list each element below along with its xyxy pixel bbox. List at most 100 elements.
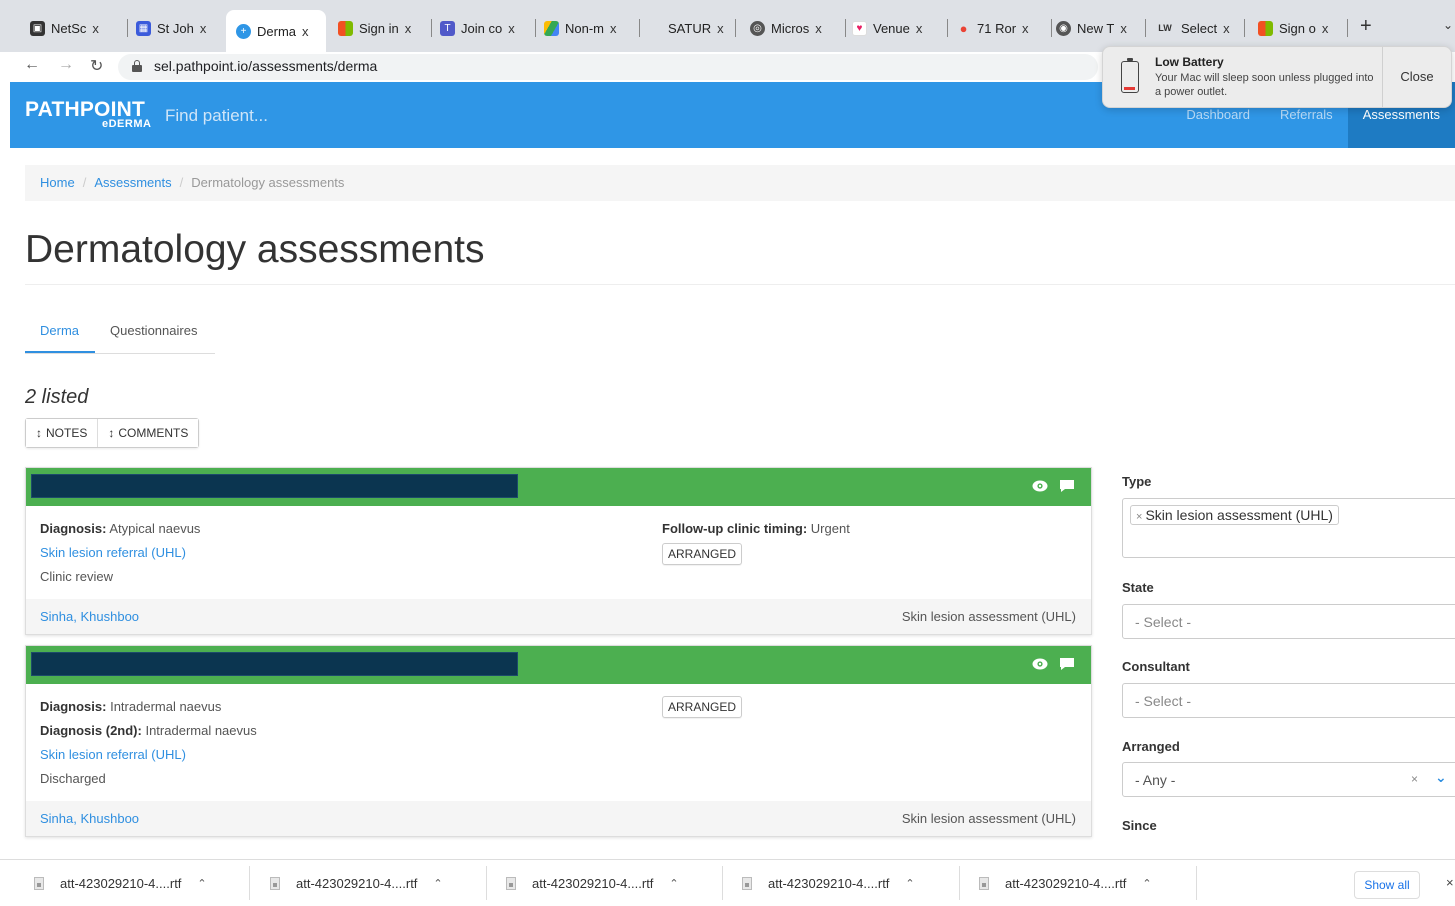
notification-close-button[interactable]: Close: [1383, 47, 1451, 107]
heart-icon: ♥: [852, 20, 867, 36]
filter-type-label: Type: [1122, 474, 1152, 489]
chevron-up-icon[interactable]: ⌃: [669, 877, 678, 890]
browser-tab[interactable]: Sign o x: [1258, 15, 1348, 41]
browser-tab[interactable]: ▣ NetSc x: [30, 15, 128, 41]
browser-tab[interactable]: LW Select x: [1155, 15, 1245, 41]
download-item[interactable]: att-423029210-4....rtf ⌃: [742, 860, 915, 906]
close-icon[interactable]: x: [916, 21, 923, 36]
notification-body: Your Mac will sleep soon unless plugged …: [1155, 72, 1374, 98]
assessment-type: Skin lesion assessment (UHL): [901, 811, 1076, 826]
download-item[interactable]: att-423029210-4....rtf ⌃: [506, 860, 679, 906]
browser-tab-active[interactable]: + Derma x: [226, 10, 326, 52]
referral-link[interactable]: Skin lesion referral (UHL): [40, 545, 186, 560]
notification-title: Low Battery: [1155, 55, 1224, 69]
comment-icon[interactable]: [1059, 479, 1075, 493]
assessment-type: Skin lesion assessment (UHL): [901, 609, 1076, 624]
file-icon: [979, 876, 989, 890]
lw-icon: LW: [1158, 23, 1172, 33]
toggle-comments-button[interactable]: ↕ COMMENTS: [97, 419, 199, 447]
assessment-tabs: Derma Questionnaires: [25, 314, 215, 354]
assessment-card[interactable]: Diagnosis: Intradermal naevus Diagnosis …: [25, 645, 1092, 837]
chip-remove-icon[interactable]: ×: [1136, 511, 1142, 523]
forward-arrow-icon[interactable]: →: [58, 56, 74, 74]
file-icon: [270, 876, 280, 890]
tab-questionnaires[interactable]: Questionnaires: [110, 323, 197, 338]
type-multiselect[interactable]: × Skin lesion assessment (UHL): [1122, 498, 1455, 558]
browser-tab[interactable]: Non-m x: [544, 15, 640, 41]
eye-icon[interactable]: [1032, 480, 1048, 492]
reload-icon[interactable]: ↻: [90, 56, 103, 76]
type-chip[interactable]: × Skin lesion assessment (UHL): [1130, 505, 1339, 525]
author-link[interactable]: Sinha, Khushboo: [40, 609, 139, 624]
followup-timing: Follow-up clinic timing: Urgent: [662, 521, 850, 536]
drive-icon: [544, 20, 559, 36]
microsoft-icon: [1258, 20, 1273, 36]
diagnosis: Diagnosis: Atypical naevus: [40, 521, 201, 536]
outcome: Discharged: [40, 771, 106, 786]
close-icon[interactable]: x: [92, 21, 99, 36]
eye-icon[interactable]: [1032, 658, 1048, 670]
close-icon[interactable]: x: [1022, 21, 1029, 36]
close-icon[interactable]: x: [717, 21, 724, 36]
browser-tab[interactable]: Sign in x: [338, 15, 432, 41]
close-icon[interactable]: x: [1120, 21, 1127, 36]
globe-icon: ◎: [750, 20, 765, 36]
close-icon[interactable]: x: [610, 21, 617, 36]
redacted-patient-name: [31, 474, 518, 498]
stjohn-icon: ▦: [136, 20, 151, 36]
browser-tab[interactable]: SATUR x: [668, 15, 736, 41]
chevron-up-icon[interactable]: ⌃: [433, 877, 442, 890]
consultant-select[interactable]: - Select -: [1122, 683, 1455, 718]
redacted-patient-name: [31, 652, 518, 676]
browser-tab[interactable]: ▦ St Joh x: [136, 15, 226, 41]
tab-derma[interactable]: Derma: [40, 323, 79, 338]
close-icon[interactable]: x: [508, 21, 515, 36]
netscaler-icon: ▣: [30, 20, 45, 36]
download-item[interactable]: att-423029210-4....rtf ⌃: [979, 860, 1152, 906]
assessment-card[interactable]: Diagnosis: Atypical naevus Skin lesion r…: [25, 467, 1092, 635]
new-tab-button[interactable]: +: [1360, 15, 1372, 38]
browser-tab[interactable]: ◎ Micros x: [750, 15, 846, 41]
outcome: Clinic review: [40, 569, 113, 584]
chevron-up-icon[interactable]: ⌃: [197, 877, 206, 890]
download-item[interactable]: att-423029210-4....rtf ⌃: [270, 860, 443, 906]
close-icon[interactable]: x: [815, 21, 822, 36]
chevron-down-icon[interactable]: ⌄: [1435, 769, 1447, 786]
close-icon[interactable]: x: [200, 21, 207, 36]
breadcrumb-home[interactable]: Home: [40, 175, 75, 190]
breadcrumb-current: Dermatology assessments: [191, 175, 345, 190]
referral-link[interactable]: Skin lesion referral (UHL): [40, 747, 186, 762]
breadcrumb-assessments[interactable]: Assessments: [94, 175, 171, 190]
download-item[interactable]: att-423029210-4....rtf ⌃: [34, 860, 207, 906]
comment-icon[interactable]: [1059, 657, 1075, 671]
clear-icon[interactable]: ×: [1411, 772, 1418, 786]
microsoft-icon: [338, 20, 353, 36]
teams-icon: T: [440, 20, 455, 36]
filter-state-label: State: [1122, 580, 1154, 595]
close-icon[interactable]: x: [302, 24, 309, 39]
browser-tab[interactable]: ◉ New T x: [1056, 15, 1146, 41]
close-icon[interactable]: x: [1322, 21, 1329, 36]
browser-tabstrip: ▣ NetSc x ▦ St Joh x + Derma x Sign in x…: [0, 0, 1455, 52]
find-patient-input[interactable]: Find patient...: [165, 106, 268, 126]
toggle-button-group: ↕ NOTES ↕ COMMENTS: [25, 418, 200, 448]
toggle-notes-button[interactable]: ↕ NOTES: [26, 419, 98, 447]
arranged-select[interactable]: - Any - × ⌄: [1122, 762, 1455, 797]
chevron-down-icon[interactable]: ⌄: [1443, 18, 1453, 32]
browser-tab[interactable]: ♥ Venue x: [852, 15, 948, 41]
chevron-up-icon[interactable]: ⌃: [905, 877, 914, 890]
back-arrow-icon[interactable]: ←: [24, 56, 40, 74]
author-link[interactable]: Sinha, Khushboo: [40, 811, 139, 826]
browser-tab[interactable]: T Join co x: [440, 15, 536, 41]
state-select[interactable]: - Select -: [1122, 604, 1455, 639]
chevron-up-icon[interactable]: ⌃: [1142, 877, 1151, 890]
show-all-downloads-button[interactable]: Show all: [1354, 871, 1420, 899]
filter-since-label: Since: [1122, 818, 1157, 833]
close-icon[interactable]: x: [1223, 21, 1230, 36]
address-bar[interactable]: sel.pathpoint.io/assessments/derma: [118, 54, 1098, 80]
filter-consultant-label: Consultant: [1122, 659, 1190, 674]
close-icon[interactable]: x: [405, 21, 412, 36]
browser-tab[interactable]: ● 71 Ror x: [956, 15, 1052, 41]
close-icon[interactable]: ×: [1446, 875, 1454, 890]
status-badge: ARRANGED: [662, 543, 743, 565]
